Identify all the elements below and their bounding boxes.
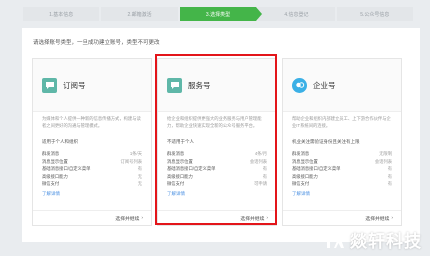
chevron-right-icon: › — [141, 215, 143, 221]
card-title: 订阅号 — [63, 80, 86, 90]
feature-row: 消息显示位置 会话列表 — [292, 158, 392, 164]
card-suitability: 适用于个人和组织 — [42, 139, 78, 144]
step-info-registration: 4.信息登记 — [258, 7, 335, 21]
feature-row: 高级接口能力无 — [42, 173, 142, 179]
card-suitability: 机业关注需验证身份且关注有上限 — [292, 139, 360, 144]
learn-more-link[interactable]: 了解详情 — [33, 188, 151, 197]
intro-text: 请选择账号类型，一旦成功建立账号，类型不可更改 — [33, 40, 160, 46]
card-title: 企业号 — [313, 80, 336, 90]
step-basic-info: 1.基本信息 — [23, 7, 100, 21]
card-subscription[interactable]: 订阅号 为媒体和个人提供一种新的信息传播方式，构建与读者之间更好的沟通与管理模式… — [32, 58, 152, 226]
card-enterprise[interactable]: 企业号 帮助企业和组织内部建立员工、上下游合作伙伴与企业IT系统间的连接。 机业… — [282, 58, 402, 226]
enterprise-icon — [292, 77, 307, 93]
feature-list: 群发消息 1条/天 消息显示位置 订阅号列表 基础消息接口/自定义菜单有 高级接口能… — [33, 150, 151, 188]
feature-row: 消息显示位置 订阅号列表 — [42, 158, 142, 164]
step-email-activation: 2.邮箱激活 — [101, 7, 178, 21]
feature-row: 高级接口能力有 — [292, 173, 392, 179]
step-select-type: 3.选择类型 — [179, 7, 263, 21]
step-account-info: 5.公众号信息 — [336, 7, 414, 21]
chevron-right-icon: › — [391, 215, 393, 221]
feature-list: 群发消息 无限制 消息显示位置 会话列表 基础消息接口/自定义菜单有 高级接口能力有… — [283, 150, 401, 188]
feature-row: 微信支付无 — [42, 181, 142, 186]
chat-bubble-icon — [42, 77, 57, 93]
feature-row: 基础消息接口/自定义菜单有 — [42, 166, 142, 171]
card-header: 订阅号 — [33, 59, 151, 112]
watermark: 燚轩科技 — [320, 227, 422, 252]
learn-more-link[interactable]: 了解详情 — [283, 188, 401, 197]
feature-row: 群发消息 无限制 — [292, 151, 392, 156]
card-description: 帮助企业和组织内部建立员工、上下游合作伙伴与企业IT系统间的连接。 — [292, 116, 391, 128]
card-header: 企业号 — [283, 59, 401, 112]
feature-row: 微信支付有 — [292, 181, 392, 186]
highlight-box — [155, 54, 277, 225]
watermark-logo-icon — [322, 231, 344, 248]
card-description: 为媒体和个人提供一种新的信息传播方式，构建与读者之间更好的沟通与管理模式。 — [42, 116, 141, 128]
select-continue-button[interactable]: 选择并继续 › — [283, 210, 401, 225]
watermark-text: 燚轩科技 — [350, 232, 422, 251]
feature-row: 群发消息 1条/天 — [42, 151, 142, 156]
select-continue-button[interactable]: 选择并继续 › — [33, 210, 151, 225]
feature-row: 基础消息接口/自定义菜单有 — [292, 166, 392, 171]
progress-steps: 1.基本信息 2.邮箱激活 3.选择类型 4.信息登记 5.公众号信息 — [23, 7, 415, 21]
